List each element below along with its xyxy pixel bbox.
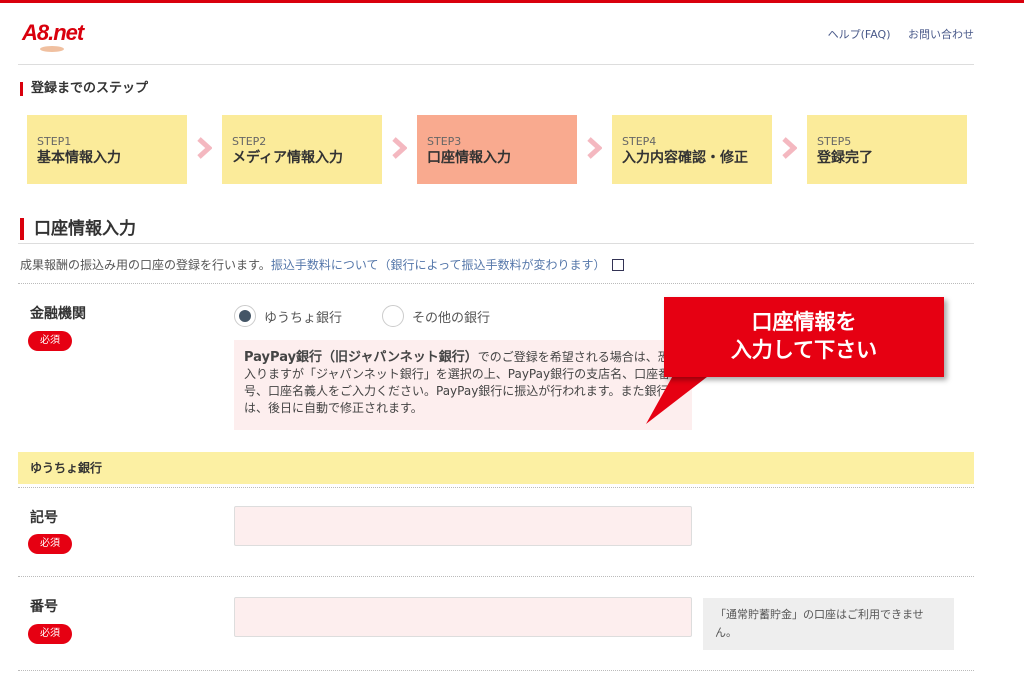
step-2: STEP2 メディア情報入力 [222,115,382,184]
external-link-icon[interactable] [611,259,624,271]
account-type-hint: 「通常貯蓄貯金」の口座はご利用できません。 [703,598,954,650]
radio-other-bank[interactable]: その他の銀行 [382,305,490,327]
callout-line-2: 入力して下さい [730,338,878,362]
step-number: STEP3 [427,135,462,148]
kigo-label: 記号 [30,510,58,526]
steps-heading: 登録までのステップ [20,82,148,96]
contact-link[interactable]: お問い合わせ [908,28,974,41]
bango-input[interactable] [234,597,692,637]
radio-selected-dot [239,310,251,322]
radio-label: その他の銀行 [412,310,491,326]
bango-label: 番号 [30,599,58,615]
radio-button-icon[interactable] [382,305,404,327]
step-5: STEP5 登録完了 [807,115,967,184]
chevron-right-icon [782,137,797,159]
financial-institution-label: 金融機関 [30,306,86,322]
step-number: STEP1 [37,135,72,148]
step-3-active: STEP3 口座情報入力 [417,115,577,184]
header-divider [18,64,974,65]
divider [18,487,974,488]
step-label: メディア情報入力 [232,150,344,166]
required-badge: 必須 [28,331,72,351]
step-number: STEP5 [817,135,852,148]
top-accent-bar [0,0,1024,3]
step-1: STEP1 基本情報入力 [27,115,187,184]
section-title: 口座情報入力 [20,218,136,240]
radio-label: ゆうちょ銀行 [264,310,343,326]
yucho-section-header: ゆうちょ銀行 [18,452,974,484]
callout-line-1: 口座情報を [751,310,857,334]
step-label: 登録完了 [817,150,873,166]
chevron-right-icon [392,137,407,159]
divider [18,283,974,284]
radio-button-icon[interactable] [234,305,256,327]
radio-yucho-bank[interactable]: ゆうちょ銀行 [234,305,342,327]
description-text: 成果報酬の振込み用の口座の登録を行います。 [20,258,271,272]
fee-info-link[interactable]: 振込手数料について（銀行によって振込手数料が変わります） [271,258,606,272]
required-badge: 必須 [28,534,72,554]
step-label: 入力内容確認・修正 [622,150,748,166]
step-number: STEP2 [232,135,267,148]
help-faq-link[interactable]: ヘルプ(FAQ) [828,28,891,41]
notice-bold-text: PayPay銀行（旧ジャパンネット銀行） [244,350,478,365]
divider [18,576,974,577]
logo-swoosh-icon [40,46,64,52]
chevron-right-icon [197,137,212,159]
instruction-callout: 口座情報を 入力して下さい [664,297,944,377]
chevron-right-icon [587,137,602,159]
callout-pointer [646,370,716,424]
step-number: STEP4 [622,135,657,148]
required-badge: 必須 [28,624,72,644]
logo-text: A8.net [22,20,84,45]
a8net-logo[interactable]: A8.net [22,20,112,52]
divider [18,670,974,671]
section-description: 成果報酬の振込み用の口座の登録を行います。振込手数料について（銀行によって振込手… [20,256,624,273]
paypay-notice: PayPay銀行（旧ジャパンネット銀行）でのご登録を希望される場合は、恐れ入りま… [234,340,692,430]
step-4: STEP4 入力内容確認・修正 [612,115,772,184]
kigo-input[interactable] [234,506,692,546]
step-label: 口座情報入力 [427,150,511,166]
section-divider [18,243,974,244]
header-links: ヘルプ(FAQ) お問い合わせ [814,26,974,42]
step-label: 基本情報入力 [37,150,121,166]
